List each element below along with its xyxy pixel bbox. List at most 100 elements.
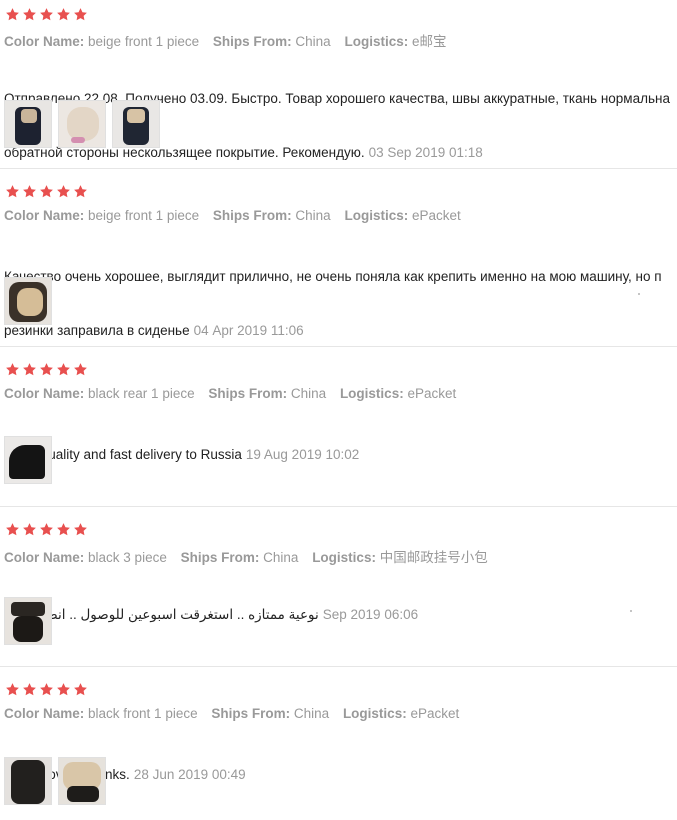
photo-thumbnail[interactable]: [4, 597, 52, 645]
photo-thumbnail[interactable]: [4, 100, 52, 148]
star-rating: [5, 184, 88, 200]
ships-label: Ships From:: [212, 208, 292, 223]
ships-value: China: [295, 34, 331, 49]
decorative-dot: [638, 293, 640, 295]
star-icon: [73, 7, 88, 22]
logistics-value: e邮宝: [412, 34, 447, 49]
photo-thumbnail[interactable]: [4, 757, 52, 805]
color-label: Color Name:: [4, 706, 85, 721]
color-value: black 3 piece: [88, 550, 167, 565]
photo-thumbnail[interactable]: [4, 436, 52, 484]
photo-icon: [11, 602, 45, 616]
star-icon: [5, 184, 20, 199]
star-rating: [5, 682, 88, 698]
review-item: Color Name: beige front 1 piece Ships Fr…: [0, 169, 677, 347]
review-photos: [4, 436, 52, 484]
star-icon: [5, 522, 20, 537]
review-text-line: Good quality and fast delivery to Russia…: [4, 446, 677, 464]
star-icon: [56, 7, 71, 22]
review-text-line: 03 نوعية ممتازه .. استغرقت اسبوعين للوصو…: [4, 606, 677, 624]
star-icon: [73, 184, 88, 199]
star-icon: [73, 522, 88, 537]
color-value: black rear 1 piece: [88, 386, 195, 401]
logistics-label: Logistics:: [344, 34, 409, 49]
review-date: Sep 2019 06:06: [322, 607, 419, 622]
star-icon: [56, 682, 71, 697]
logistics-label: Logistics:: [312, 550, 376, 565]
review-date: 03 Sep 2019 01:18: [368, 145, 483, 160]
star-icon: [22, 522, 37, 537]
review-text-line-2: резинки заправила в сиденье: [4, 323, 190, 338]
review-photos: [4, 277, 52, 325]
color-value: beige front 1 piece: [88, 34, 200, 49]
star-icon: [39, 522, 54, 537]
star-icon: [5, 682, 20, 697]
photo-thumbnail[interactable]: [4, 277, 52, 325]
review-photos: [4, 100, 160, 148]
review-text-line: резинки заправила в сиденье 04 Apr 2019 1…: [4, 322, 677, 340]
star-icon: [22, 7, 37, 22]
review-meta: Color Name: black rear 1 piece Ships Fro…: [4, 386, 466, 401]
decorative-dot: [630, 610, 632, 612]
photo-thumbnail[interactable]: [58, 100, 106, 148]
ships-label: Ships From:: [212, 34, 292, 49]
ships-value: China: [290, 386, 327, 401]
review-photos: [4, 757, 106, 805]
photo-icon: [11, 760, 45, 804]
star-icon: [39, 7, 54, 22]
star-icon: [73, 682, 88, 697]
photo-icon: [67, 107, 99, 141]
review-meta: Color Name: beige front 1 piece Ships Fr…: [4, 208, 471, 223]
photo-icon-detail: [21, 109, 37, 123]
star-icon: [22, 362, 37, 377]
photo-icon-detail: [71, 137, 85, 143]
star-icon: [22, 184, 37, 199]
review-text: Good quality and fast delivery to Russia…: [4, 410, 677, 500]
review-date: 28 Jun 2019 00:49: [133, 767, 246, 782]
review-item: Color Name: beige front 1 piece Ships Fr…: [0, 0, 677, 169]
photo-icon-detail: [13, 616, 43, 642]
photo-thumbnail[interactable]: [112, 100, 160, 148]
review-item: Color Name: black rear 1 piece Ships Fro…: [0, 347, 677, 507]
star-icon: [56, 522, 71, 537]
color-label: Color Name:: [4, 34, 85, 49]
logistics-label: Logistics:: [342, 706, 407, 721]
review-date: 19 Aug 2019 10:02: [245, 447, 360, 462]
review-meta: Color Name: beige front 1 piece Ships Fr…: [4, 30, 457, 50]
star-icon: [5, 362, 20, 377]
star-icon: [5, 7, 20, 22]
review-item: Color Name: black front 1 piece Ships Fr…: [0, 667, 677, 808]
star-icon: [39, 362, 54, 377]
photo-thumbnail[interactable]: [58, 757, 106, 805]
ships-value: China: [293, 706, 330, 721]
color-label: Color Name:: [4, 550, 85, 565]
review-meta: Color Name: black 3 piece Ships From: Ch…: [4, 546, 498, 566]
logistics-value: 中国邮政挂号小包: [379, 550, 488, 565]
photo-icon: [9, 445, 45, 479]
ships-value: China: [263, 550, 299, 565]
color-value: black front 1 piece: [88, 706, 198, 721]
star-icon: [39, 682, 54, 697]
logistics-label: Logistics:: [344, 208, 409, 223]
star-rating: [5, 522, 88, 538]
ships-label: Ships From:: [211, 706, 291, 721]
logistics-value: ePacket: [410, 706, 460, 721]
ships-value: China: [295, 208, 331, 223]
logistics-value: ePacket: [407, 386, 457, 401]
color-label: Color Name:: [4, 208, 85, 223]
logistics-value: ePacket: [412, 208, 461, 223]
review-text-line: Качество очень хорошее, выглядит приличн…: [4, 269, 662, 284]
star-rating: [5, 362, 88, 378]
color-label: Color Name:: [4, 386, 85, 401]
photo-icon-detail: [67, 786, 99, 802]
star-icon: [22, 682, 37, 697]
star-rating: [5, 7, 88, 23]
color-value: beige front 1 piece: [88, 208, 200, 223]
review-meta: Color Name: black front 1 piece Ships Fr…: [4, 706, 469, 721]
ships-label: Ships From:: [208, 386, 288, 401]
review-item: Color Name: black 3 piece Ships From: Ch…: [0, 507, 677, 667]
star-icon: [73, 362, 88, 377]
star-icon: [39, 184, 54, 199]
star-icon: [56, 362, 71, 377]
review-text: 03 نوعية ممتازه .. استغرقت اسبوعين للوصو…: [4, 570, 677, 660]
